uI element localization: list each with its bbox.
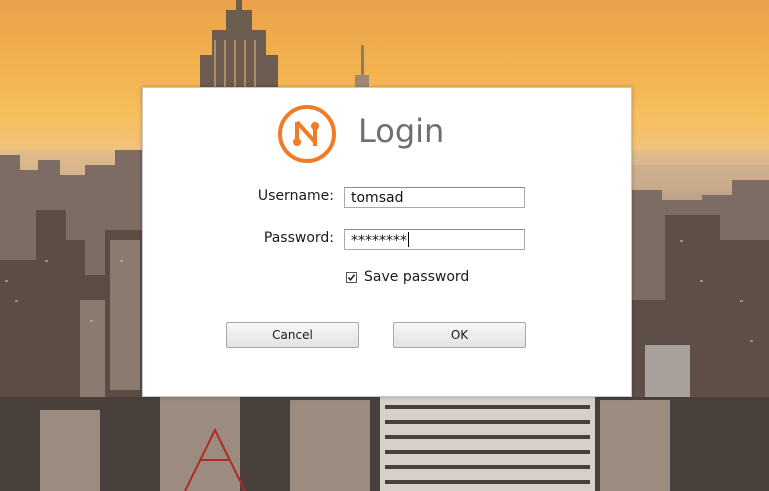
save-password-checkbox[interactable] — [346, 271, 357, 283]
dialog-title: Login — [358, 112, 445, 150]
save-password-label[interactable]: Save password — [364, 269, 469, 285]
username-field[interactable]: tomsad — [344, 187, 525, 208]
cancel-button[interactable]: Cancel — [226, 322, 359, 348]
password-field[interactable]: ******** — [344, 229, 525, 250]
username-value: tomsad — [351, 190, 404, 206]
desktop-background: Login Username: tomsad Password: *******… — [0, 0, 769, 491]
password-label: Password: — [263, 230, 334, 246]
checkmark-icon — [347, 273, 356, 281]
text-caret — [408, 232, 409, 247]
n-network-logo-icon — [278, 105, 336, 163]
login-dialog: Login Username: tomsad Password: *******… — [142, 87, 632, 397]
username-label: Username: — [257, 188, 334, 204]
save-password-row[interactable]: Save password — [346, 269, 469, 285]
ok-button[interactable]: OK — [393, 322, 526, 348]
password-value: ******** — [351, 233, 407, 249]
